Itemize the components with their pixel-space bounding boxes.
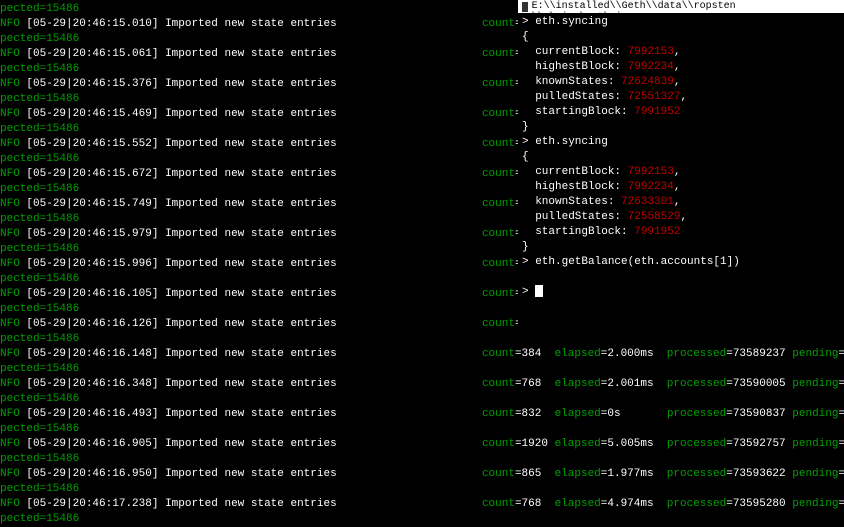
log-entry: NFO [05-29|20:46:16.348] Imported new st… [0, 377, 844, 392]
highest-block-2: 7992234 [628, 181, 674, 193]
expected-line: pected=15486 [0, 362, 844, 377]
cmd-icon [522, 2, 528, 12]
log-entry: NFO [05-29|20:46:16.148] Imported new st… [0, 347, 844, 362]
expected-line: pected=15486 [0, 422, 844, 437]
known-states-1: 72624839 [621, 76, 674, 88]
current-block-2: 7992153 [628, 166, 674, 178]
expected-line: pected=15486 [0, 392, 844, 407]
starting-block-1: 7991952 [634, 106, 680, 118]
log-entry: NFO [05-29|20:46:16.493] Imported new st… [0, 407, 844, 422]
pulled-states-1: 72551327 [628, 91, 681, 103]
expected-line: pected=15486 [0, 482, 844, 497]
cmd-syncing-2: eth.syncing [535, 136, 608, 148]
cursor [535, 285, 543, 297]
log-entry: NFO [05-29|20:46:16.950] Imported new st… [0, 467, 844, 482]
console-output[interactable]: > eth.syncing { currentBlock: 7992153, h… [518, 13, 844, 302]
command-prompt-window: Command Prompt - geth attach --datadir E… [518, 0, 844, 340]
log-entry: NFO [05-29|20:46:16.905] Imported new st… [0, 437, 844, 452]
starting-block-2: 7991952 [634, 226, 680, 238]
known-states-2: 72633301 [621, 196, 674, 208]
cmd-getbalance: eth.getBalance(eth.accounts[1]) [535, 256, 740, 268]
pulled-states-2: 72558529 [628, 211, 681, 223]
cmd-syncing-1: eth.syncing [535, 16, 608, 28]
expected-line: pected=15486 [0, 512, 844, 527]
highest-block-1: 7992234 [628, 61, 674, 73]
window-title-bar[interactable]: Command Prompt - geth attach --datadir E… [518, 0, 844, 13]
expected-line: pected=15486 [0, 452, 844, 467]
current-block-1: 7992153 [628, 46, 674, 58]
log-entry: NFO [05-29|20:46:17.238] Imported new st… [0, 497, 844, 512]
